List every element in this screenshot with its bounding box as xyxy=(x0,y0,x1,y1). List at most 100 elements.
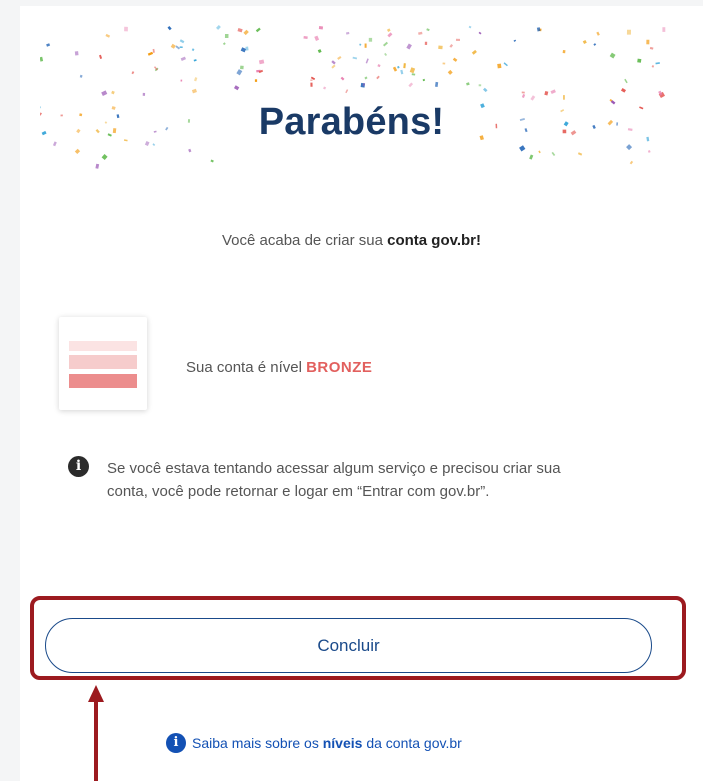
confetti-piece xyxy=(662,27,666,32)
level-name: BRONZE xyxy=(306,359,373,376)
confetti-piece xyxy=(647,150,651,153)
info-icon: i xyxy=(68,456,89,477)
account-level-text: Sua conta é nível BRONZE xyxy=(186,359,372,376)
level-bar-bottom xyxy=(69,374,137,388)
confetti-piece xyxy=(101,90,108,96)
confetti-piece xyxy=(478,84,482,87)
annotation-arrow-line xyxy=(94,700,98,781)
confetti-piece xyxy=(406,43,412,50)
confetti-piece xyxy=(577,152,583,156)
confetti-piece xyxy=(449,44,454,48)
info-circle-icon: i xyxy=(166,733,186,753)
confetti-piece xyxy=(152,48,155,53)
confetti-piece xyxy=(447,69,453,75)
learn-more-suffix: da conta gov.br xyxy=(362,735,462,751)
confetti-piece xyxy=(331,60,336,65)
confetti-piece xyxy=(377,64,381,68)
confetti-piece xyxy=(426,28,430,32)
confetti-piece xyxy=(651,65,655,68)
confetti-piece xyxy=(376,75,380,80)
confetti-piece xyxy=(468,25,472,29)
confetti-piece xyxy=(258,59,265,65)
confetti-piece xyxy=(111,90,115,95)
confetti-decoration xyxy=(40,25,666,169)
confetti-piece xyxy=(359,43,362,46)
confetti-piece xyxy=(193,59,197,62)
confetti-piece xyxy=(538,150,541,154)
confetti-piece xyxy=(179,39,185,44)
confetti-piece xyxy=(403,63,406,69)
confetti-piece xyxy=(317,49,322,54)
confetti-piece xyxy=(536,27,541,32)
confetti-piece xyxy=(167,26,172,31)
confetti-piece xyxy=(397,65,400,69)
confetti-piece xyxy=(424,41,428,45)
confetti-piece xyxy=(245,46,249,51)
confetti-piece xyxy=(503,62,508,67)
confetti-piece xyxy=(98,54,103,60)
confetti-piece xyxy=(551,151,556,157)
confetti-piece xyxy=(471,49,477,55)
confetti-piece xyxy=(193,77,198,82)
confetti-piece xyxy=(236,69,243,76)
confetti-piece xyxy=(310,82,313,87)
confetti-piece xyxy=(521,91,525,94)
level-badge xyxy=(59,317,147,410)
confetti-piece xyxy=(180,56,186,61)
confetti-piece xyxy=(593,43,597,46)
confetti-piece xyxy=(124,26,128,32)
level-bar-middle xyxy=(69,355,137,369)
learn-more-prefix: Saiba mais sobre os xyxy=(192,735,323,751)
confetti-piece xyxy=(383,41,389,47)
confetti-piece xyxy=(310,79,313,81)
info-message: Se você estava tentando acessar algum se… xyxy=(107,460,561,500)
confetti-piece xyxy=(318,26,324,30)
confetti-piece xyxy=(478,31,482,35)
confetti-piece xyxy=(303,35,308,40)
confetti-piece xyxy=(384,52,388,57)
confetti-piece xyxy=(105,33,111,38)
confetti-piece xyxy=(620,88,627,93)
confetti-piece xyxy=(400,69,404,75)
account-created-message: Você acaba de criar sua conta gov.br! xyxy=(0,232,703,249)
page-title: Parabéns! xyxy=(258,101,445,143)
learn-more-levels-link[interactable]: i Saiba mais sobre os níveis da conta go… xyxy=(166,733,462,753)
confetti-piece xyxy=(455,38,460,41)
confetti-piece xyxy=(497,63,502,69)
confetti-piece xyxy=(101,154,108,161)
confetti-piece xyxy=(637,58,642,63)
confetti-piece xyxy=(483,87,488,93)
confetti-piece xyxy=(452,57,458,62)
confetti-piece xyxy=(364,43,367,48)
confetti-piece xyxy=(323,86,327,90)
confetti-piece xyxy=(418,31,423,35)
confetti-piece xyxy=(74,148,81,154)
confetti-piece xyxy=(240,65,244,70)
confetti-piece xyxy=(188,148,192,153)
confetti-piece xyxy=(255,27,261,33)
confetti-piece xyxy=(596,31,600,36)
confetti-piece xyxy=(550,89,556,95)
confetti-piece xyxy=(179,46,183,48)
conclude-button[interactable]: Concluir xyxy=(45,618,652,673)
confetti-piece xyxy=(254,79,258,82)
confetti-piece xyxy=(649,46,654,50)
confetti-piece xyxy=(646,39,650,45)
confetti-piece xyxy=(224,33,229,39)
confetti-piece xyxy=(210,159,214,163)
confetti-piece xyxy=(544,91,549,96)
confetti-piece xyxy=(314,35,320,41)
confetti-piece xyxy=(392,66,398,72)
confetti-piece xyxy=(337,55,342,60)
confetti-piece xyxy=(131,71,135,75)
confetti-piece xyxy=(368,37,373,42)
confetti-piece xyxy=(562,49,566,54)
confetti-piece xyxy=(435,81,439,87)
confetti-piece xyxy=(175,45,181,50)
level-label: Sua conta é nível xyxy=(186,359,307,376)
confetti-piece xyxy=(222,42,226,46)
confetti-piece xyxy=(438,45,443,50)
confetti-piece xyxy=(387,32,393,38)
confetti-piece xyxy=(233,85,240,91)
confetti-piece xyxy=(364,76,368,80)
